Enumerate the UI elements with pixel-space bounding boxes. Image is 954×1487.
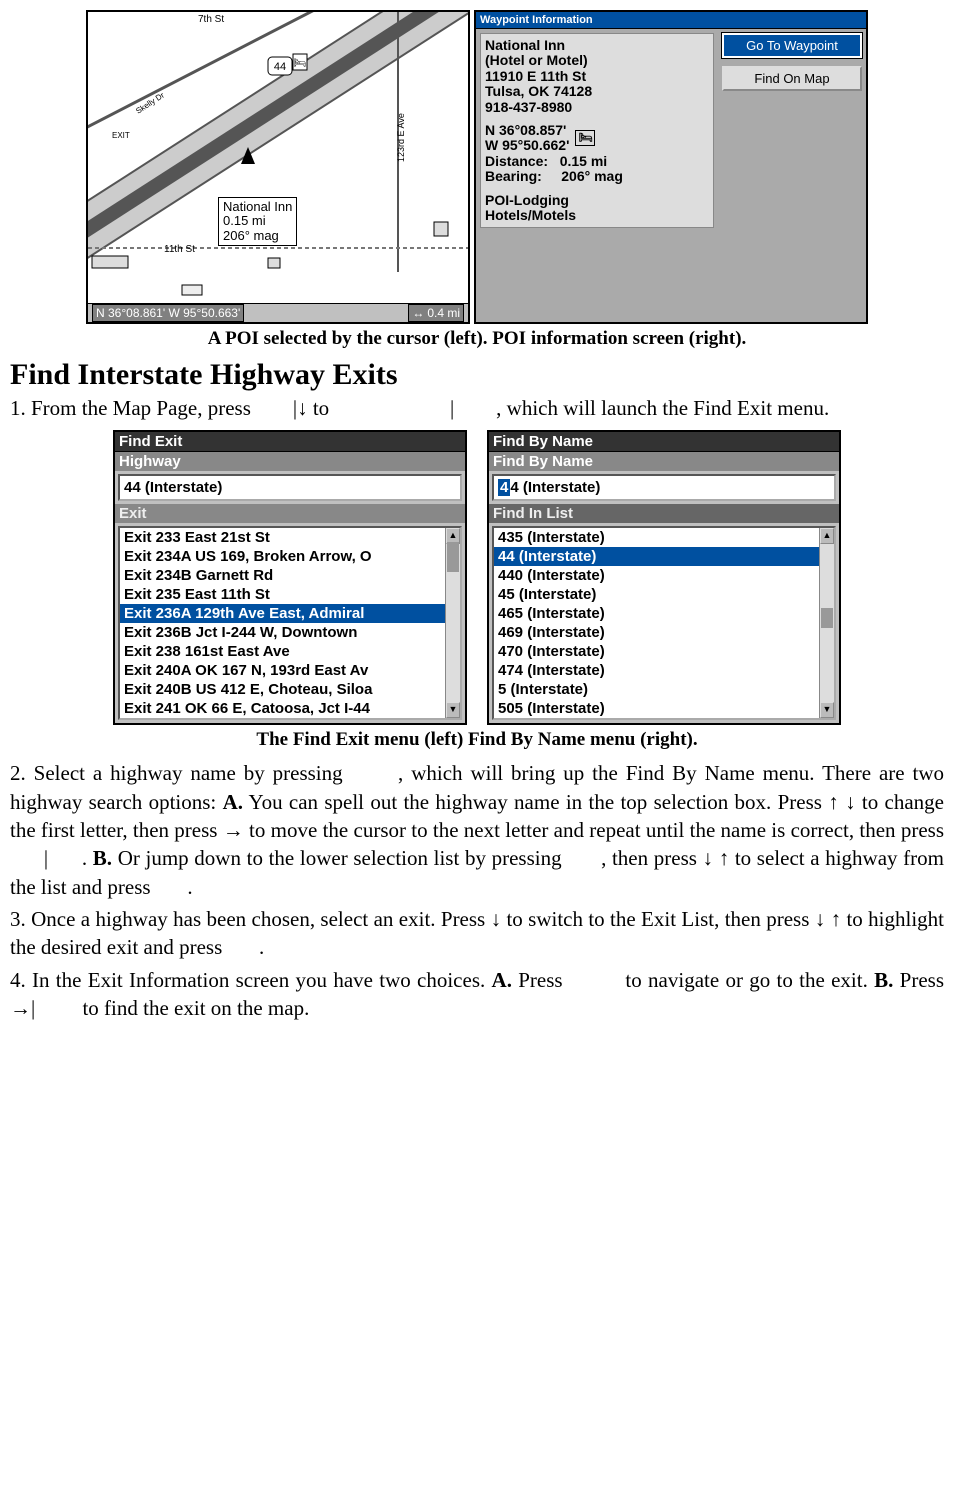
svg-text:123rd E Ave: 123rd E Ave bbox=[396, 113, 406, 162]
bed-icon: 🛏 bbox=[575, 130, 595, 146]
step-4: 4. In the Exit Information screen you ha… bbox=[10, 966, 944, 1023]
find-exit-highway-label: Highway bbox=[115, 452, 465, 471]
waypoint-buttons: Go To Waypoint Find On Map bbox=[718, 29, 866, 232]
wp-phone: 918-437-8980 bbox=[485, 100, 709, 115]
waypoint-details: National Inn (Hotel or Motel) 11910 E 11… bbox=[480, 33, 714, 228]
list-item[interactable]: 474 (Interstate) bbox=[494, 661, 834, 680]
list-item[interactable]: 440 (Interstate) bbox=[494, 566, 834, 585]
list-item[interactable]: 5 (Interstate) bbox=[494, 680, 834, 699]
svg-text:7th St: 7th St bbox=[198, 14, 224, 25]
list-item[interactable]: Exit 234B Garnett Rd bbox=[120, 566, 460, 585]
list-item[interactable]: Exit 238 161st East Ave bbox=[120, 642, 460, 661]
scroll-down-icon[interactable]: ▼ bbox=[820, 702, 834, 718]
find-by-name-menu: Find By Name Find By Name 44 (Interstate… bbox=[487, 430, 841, 725]
status-coords: N 36°08.861' W 95°50.663' bbox=[92, 304, 244, 322]
list-item[interactable]: Exit 233 East 21st St bbox=[120, 528, 460, 547]
find-name-title: Find By Name bbox=[489, 432, 839, 452]
find-name-input[interactable]: 44 (Interstate) bbox=[492, 474, 836, 501]
list-item[interactable]: Exit 234A US 169, Broken Arrow, O bbox=[120, 547, 460, 566]
top-figure-row: 44 🛏 123rd E Ave 7th St 11th St Skelly D… bbox=[10, 10, 944, 324]
step1-c: | bbox=[450, 396, 454, 420]
wp-address2: Tulsa, OK 74128 bbox=[485, 84, 709, 99]
list-item[interactable]: 465 (Interstate) bbox=[494, 604, 834, 623]
find-name-list[interactable]: 435 (Interstate)44 (Interstate)440 (Inte… bbox=[492, 526, 836, 720]
waypoint-info-panel: Waypoint Information National Inn (Hotel… bbox=[474, 10, 868, 324]
wp-lon: W 95°50.662' bbox=[485, 138, 569, 153]
step1-a: 1. From the Map Page, press bbox=[10, 396, 256, 420]
go-to-waypoint-button[interactable]: Go To Waypoint bbox=[722, 33, 862, 58]
list-item[interactable]: 470 (Interstate) bbox=[494, 642, 834, 661]
scroll-thumb[interactable] bbox=[821, 608, 833, 628]
popup-bearing: 206° mag bbox=[223, 229, 292, 243]
step-3: 3. Once a highway has been chosen, selec… bbox=[10, 905, 944, 962]
caption-1: A POI selected by the cursor (left). POI… bbox=[10, 328, 944, 350]
list-item[interactable]: Exit 236B Jct I-244 W, Downtown bbox=[120, 623, 460, 642]
scale-arrow-icon: ↔ bbox=[412, 306, 424, 320]
wp-subtype: (Hotel or Motel) bbox=[485, 53, 709, 68]
svg-text:44: 44 bbox=[274, 61, 286, 73]
find-exit-highway-input[interactable]: 44 (Interstate) bbox=[118, 474, 462, 501]
list-item[interactable]: 435 (Interstate) bbox=[494, 528, 834, 547]
find-exit-list[interactable]: Exit 233 East 21st StExit 234A US 169, B… bbox=[118, 526, 462, 720]
list-item[interactable]: 44 (Interstate) bbox=[494, 547, 834, 566]
map-status-bar: N 36°08.861' W 95°50.663' ↔ 0.4 mi bbox=[88, 303, 468, 322]
status-scale: ↔ 0.4 mi bbox=[408, 304, 464, 322]
list-item[interactable]: 469 (Interstate) bbox=[494, 623, 834, 642]
popup-distance: 0.15 mi bbox=[223, 214, 292, 228]
map-roads-svg: 44 🛏 123rd E Ave 7th St 11th St Skelly D… bbox=[88, 12, 468, 322]
menu-figure-row: Find Exit Highway 44 (Interstate) Exit E… bbox=[10, 430, 944, 725]
list-item[interactable]: Exit 236A 129th Ave East, Admiral bbox=[120, 604, 460, 623]
name-scrollbar[interactable]: ▲ ▼ bbox=[819, 528, 834, 718]
popup-name: National Inn bbox=[223, 200, 292, 214]
step-1: 1. From the Map Page, press |↓ to | , wh… bbox=[10, 394, 944, 422]
list-item[interactable]: Exit 240A OK 167 N, 193rd East Av bbox=[120, 661, 460, 680]
wp-address1: 11910 E 11th St bbox=[485, 69, 709, 84]
wp-bear: 206° mag bbox=[561, 168, 623, 184]
waypoint-title-bar: Waypoint Information bbox=[476, 12, 866, 29]
find-exit-title: Find Exit bbox=[115, 432, 465, 452]
input-rest: 4 (Interstate) bbox=[510, 479, 600, 496]
svg-text:🛏: 🛏 bbox=[294, 58, 307, 69]
section-heading: Find Interstate Highway Exits bbox=[10, 358, 944, 392]
scale-value: 0.4 mi bbox=[427, 306, 460, 320]
map-cursor-popup: National Inn 0.15 mi 206° mag bbox=[218, 197, 297, 246]
map-screenshot: 44 🛏 123rd E Ave 7th St 11th St Skelly D… bbox=[86, 10, 470, 324]
list-item[interactable]: Exit 241 OK 66 E, Catoosa, Jct I-44 bbox=[120, 699, 460, 718]
wp-subcategory: Hotels/Motels bbox=[485, 208, 709, 223]
find-name-section1: Find By Name bbox=[489, 452, 839, 471]
list-item[interactable]: Exit 240B US 412 E, Choteau, Siloa bbox=[120, 680, 460, 699]
step-2: 2. Select a highway name by pressing , w… bbox=[10, 759, 944, 901]
svg-text:EXIT: EXIT bbox=[112, 131, 130, 140]
list-item[interactable]: 45 (Interstate) bbox=[494, 585, 834, 604]
list-item[interactable]: 505 (Interstate) bbox=[494, 699, 834, 718]
find-exit-menu: Find Exit Highway 44 (Interstate) Exit E… bbox=[113, 430, 467, 725]
find-exit-list-label: Exit bbox=[115, 504, 465, 523]
scroll-thumb[interactable] bbox=[447, 542, 459, 572]
find-name-section2: Find In List bbox=[489, 504, 839, 523]
list-item[interactable]: Exit 235 East 11th St bbox=[120, 585, 460, 604]
wp-bear-label: Bearing: bbox=[485, 168, 542, 184]
wp-name: National Inn bbox=[485, 38, 709, 53]
exit-scrollbar[interactable]: ▲ ▼ bbox=[445, 528, 460, 718]
wp-category: POI-Lodging bbox=[485, 193, 709, 208]
find-on-map-button[interactable]: Find On Map bbox=[722, 66, 862, 91]
svg-text:11th St: 11th St bbox=[164, 244, 195, 255]
scroll-up-icon[interactable]: ▲ bbox=[820, 528, 834, 544]
wp-dist-label: Distance: bbox=[485, 153, 548, 169]
step1-b: |↓ to bbox=[293, 396, 335, 420]
scroll-down-icon[interactable]: ▼ bbox=[446, 702, 460, 718]
wp-dist: 0.15 mi bbox=[560, 153, 607, 169]
input-cursor-char: 4 bbox=[498, 479, 510, 496]
caption-2: The Find Exit menu (left) Find By Name m… bbox=[10, 729, 944, 751]
wp-lat: N 36°08.857' bbox=[485, 123, 569, 138]
step1-d: , which will launch the Find Exit menu. bbox=[496, 396, 829, 420]
